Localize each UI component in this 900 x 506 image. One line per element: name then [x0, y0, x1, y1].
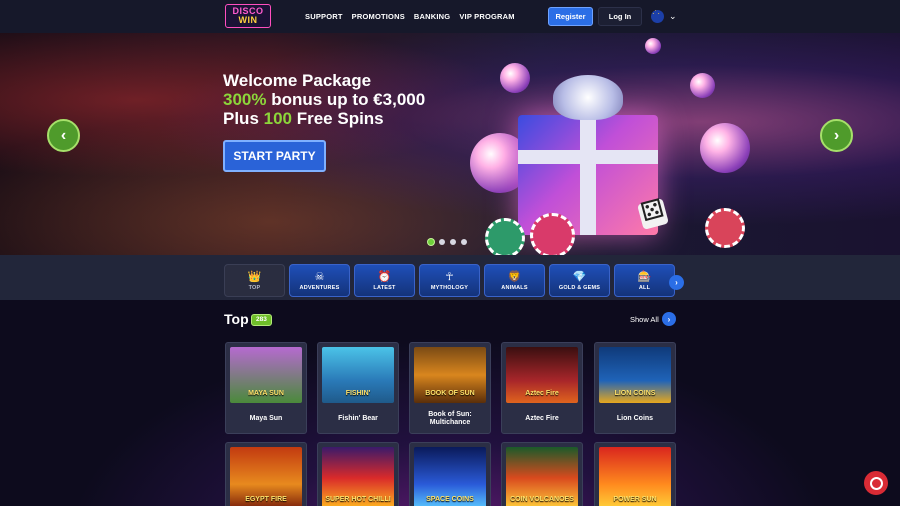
game-card[interactable]: COIN VOLCANOES	[501, 442, 583, 506]
dice-icon	[637, 198, 669, 230]
casino-chip-icon	[485, 218, 525, 255]
casino-chip-icon	[530, 213, 575, 255]
disco-ball-icon	[690, 73, 715, 98]
carousel-dot[interactable]	[439, 239, 445, 245]
animal-icon: 🦁	[507, 270, 522, 283]
game-card[interactable]: SUPER HOT CHILLI	[317, 442, 399, 506]
hero-line-2: 300% bonus up to €3,000	[223, 90, 426, 109]
pirate-icon: ☠	[314, 270, 325, 283]
category-latest[interactable]: ⏰ LATEST	[354, 264, 415, 297]
category-label: ALL	[638, 284, 651, 291]
carousel-dots	[428, 239, 467, 245]
category-label: TOP	[248, 284, 261, 291]
category-adventures[interactable]: ☠ ADVENTURES	[289, 264, 350, 297]
category-all[interactable]: 🎰 ALL	[614, 264, 675, 297]
game-title: Fishin' Bear	[338, 415, 378, 422]
top-header: DISCO WIN SUPPORT PROMOTIONS BANKING VIP…	[0, 0, 900, 33]
nav-vip-program[interactable]: VIP PROGRAM	[459, 12, 514, 21]
clock-icon: ⏰	[377, 270, 392, 283]
category-next-button[interactable]: ›	[669, 275, 684, 290]
game-thumbnail: MAYA SUN	[230, 347, 302, 403]
hero-line-1: Welcome Package	[223, 71, 372, 90]
category-label: ADVENTURES	[299, 284, 340, 291]
disco-ball-icon	[645, 38, 661, 54]
game-thumbnail: Aztec Fire	[506, 347, 578, 403]
game-thumbnail: SPACE COINS	[414, 447, 486, 506]
chevron-right-icon: ›	[833, 126, 840, 144]
game-card[interactable]: LION COINS Lion Coins	[594, 342, 676, 434]
category-mythology[interactable]: ☥ MYTHOLOGY	[419, 264, 480, 297]
game-thumbnail: SUPER HOT CHILLI	[322, 447, 394, 506]
start-party-button[interactable]: START PARTY	[223, 140, 326, 172]
game-card[interactable]: EGYPT FIRE	[225, 442, 307, 506]
carousel-dot[interactable]	[461, 239, 467, 245]
slot-machine-icon: 🎰	[637, 270, 652, 283]
carousel-prev-button[interactable]: ‹	[47, 119, 80, 152]
chevron-right-icon: ›	[675, 278, 678, 287]
chevron-down-icon: ⌄	[669, 11, 677, 21]
login-button[interactable]: Log In	[598, 7, 642, 26]
casino-chip-icon	[705, 208, 745, 248]
game-card[interactable]: POWER SUN	[594, 442, 676, 506]
nav-banking[interactable]: BANKING	[414, 12, 450, 21]
pharaoh-icon: ☥	[445, 270, 454, 283]
game-thumbnail: LION COINS	[599, 347, 671, 403]
game-count-badge: 283	[251, 314, 272, 326]
carousel-dot[interactable]	[428, 239, 434, 245]
category-bar: 👑 TOP ☠ ADVENTURES ⏰ LATEST ☥ MYTHOLOGY …	[0, 255, 900, 300]
hero-headline: Welcome Package 300% bonus up to €3,000 …	[223, 71, 463, 128]
show-all-link[interactable]: Show All	[630, 315, 659, 324]
gift-box-icon	[518, 75, 658, 235]
game-title: Aztec Fire	[525, 415, 559, 422]
carousel-dot[interactable]	[450, 239, 456, 245]
category-top[interactable]: 👑 TOP	[224, 264, 285, 297]
game-card[interactable]: BOOK OF SUN Book of Sun: Multichance	[409, 342, 491, 434]
category-list: 👑 TOP ☠ ADVENTURES ⏰ LATEST ☥ MYTHOLOGY …	[224, 264, 675, 297]
game-card[interactable]: FISHIN' Fishin' Bear	[317, 342, 399, 434]
game-card[interactable]: MAYA SUN Maya Sun	[225, 342, 307, 434]
nav-promotions[interactable]: PROMOTIONS	[352, 12, 405, 21]
logo[interactable]: DISCO WIN	[225, 4, 271, 28]
game-card[interactable]: Aztec Fire Aztec Fire	[501, 342, 583, 434]
eu-flag-icon	[651, 9, 664, 23]
hero-line-3: Plus 100 Free Spins	[223, 109, 384, 128]
game-thumbnail: POWER SUN	[599, 447, 671, 506]
category-label: MYTHOLOGY	[430, 284, 469, 291]
nav-support[interactable]: SUPPORT	[305, 12, 343, 21]
live-chat-button[interactable]	[864, 471, 888, 495]
register-button[interactable]: Register	[548, 7, 593, 26]
game-thumbnail: COIN VOLCANOES	[506, 447, 578, 506]
logo-text-bottom: WIN	[238, 15, 258, 25]
language-selector[interactable]: ⌄	[651, 9, 677, 23]
crown-icon: 👑	[247, 270, 262, 283]
gems-icon: 💎	[572, 270, 587, 283]
game-title: Maya Sun	[249, 415, 283, 422]
hero-banner: Welcome Package 300% bonus up to €3,000 …	[0, 33, 900, 255]
game-thumbnail: FISHIN'	[322, 347, 394, 403]
show-all-button[interactable]: ›	[662, 312, 676, 326]
category-animals[interactable]: 🦁 ANIMALS	[484, 264, 545, 297]
game-title: Book of Sun: Multichance	[428, 411, 472, 426]
main-nav: SUPPORT PROMOTIONS BANKING VIP PROGRAM	[305, 0, 515, 33]
category-gold-gems[interactable]: 💎 GOLD & GEMS	[549, 264, 610, 297]
game-title: Lion Coins	[616, 415, 654, 422]
disco-ball-icon	[500, 63, 530, 93]
game-card[interactable]: SPACE COINS	[409, 442, 491, 506]
category-label: ANIMALS	[501, 284, 528, 291]
disco-ball-icon	[700, 123, 750, 173]
game-thumbnail: EGYPT FIRE	[230, 447, 302, 506]
category-label: GOLD & GEMS	[558, 284, 601, 291]
section-title: Top	[224, 311, 249, 327]
game-thumbnail: BOOK OF SUN	[414, 347, 486, 403]
category-label: LATEST	[373, 284, 396, 291]
games-section: Top 283 Show All › MAYA SUN Maya Sun FIS…	[0, 300, 900, 506]
chevron-right-icon: ›	[667, 314, 671, 324]
carousel-next-button[interactable]: ›	[820, 119, 853, 152]
chevron-left-icon: ‹	[60, 126, 67, 144]
